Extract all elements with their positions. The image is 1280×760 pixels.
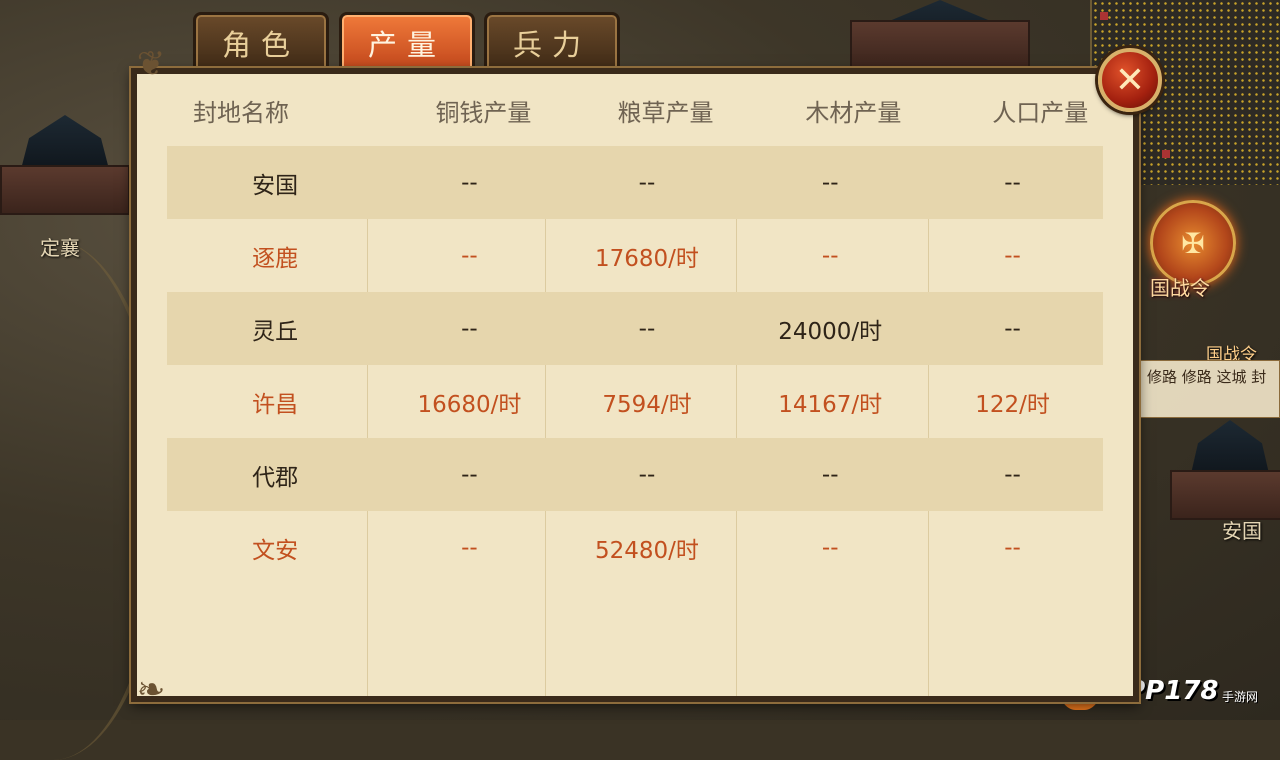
output-panel: 封地名称 铜钱产量 粮草产量 木材产量 人口产量 安国 -- -- -- -- … bbox=[131, 68, 1139, 702]
fief-name: 逐鹿 bbox=[252, 245, 299, 272]
wood-output: -- bbox=[821, 534, 839, 561]
wood-output: 14167/时 bbox=[778, 391, 883, 418]
table-row[interactable]: 灵丘 -- -- 24000/时 -- bbox=[167, 292, 1103, 365]
chat-message[interactable]: 修路 修路 这城 封 bbox=[1140, 360, 1280, 418]
wood-output: -- bbox=[821, 461, 839, 488]
table-header: 封地名称 铜钱产量 粮草产量 木材产量 人口产量 bbox=[137, 74, 1133, 146]
population-output: 122/时 bbox=[975, 391, 1050, 418]
population-output: -- bbox=[1004, 242, 1021, 269]
population-output: -- bbox=[1004, 169, 1021, 196]
copper-output: 16680/时 bbox=[417, 391, 522, 418]
tab-role[interactable]: 角色 bbox=[193, 12, 329, 70]
grain-output: 17680/时 bbox=[595, 245, 699, 272]
wood-output: 24000/时 bbox=[778, 318, 883, 345]
grain-output: 7594/时 bbox=[602, 391, 692, 418]
header-wood: 木材产量 bbox=[805, 98, 902, 127]
header-grain: 粮草产量 bbox=[617, 98, 714, 127]
city-wall bbox=[1170, 470, 1280, 520]
table-row[interactable]: 安国 -- -- -- -- bbox=[167, 146, 1103, 219]
tab-output[interactable]: 产量 bbox=[339, 12, 475, 70]
dragon-corner-ornament: ❦ bbox=[136, 44, 166, 84]
war-order-button-label: 国战令 bbox=[1150, 276, 1210, 300]
table-row[interactable]: 逐鹿 -- 17680/时 -- -- bbox=[167, 219, 1103, 292]
header-copper: 铜钱产量 bbox=[435, 98, 532, 127]
map-city-top[interactable] bbox=[850, 0, 1030, 70]
copper-output: -- bbox=[461, 242, 478, 269]
close-button[interactable]: ✕ bbox=[1098, 48, 1162, 112]
fief-name: 代郡 bbox=[252, 464, 299, 491]
table-row[interactable]: 许昌 16680/时 7594/时 14167/时 122/时 bbox=[167, 365, 1103, 438]
population-output: -- bbox=[1004, 315, 1021, 342]
fief-name: 文安 bbox=[252, 537, 299, 564]
fief-name: 灵丘 bbox=[252, 318, 299, 345]
tab-troops[interactable]: 兵力 bbox=[484, 12, 620, 70]
minimap-marker bbox=[1100, 12, 1108, 20]
population-output: -- bbox=[1004, 461, 1021, 488]
grain-output: -- bbox=[638, 169, 656, 196]
map-city-dingxiang[interactable] bbox=[0, 115, 130, 215]
copper-output: -- bbox=[461, 169, 478, 196]
close-icon: ✕ bbox=[1114, 59, 1146, 101]
city-wall bbox=[0, 165, 130, 215]
watermark-subtext: 手游网 bbox=[1222, 690, 1259, 704]
table-row[interactable]: 文安 -- 52480/时 -- -- bbox=[167, 511, 1103, 584]
minimap-marker bbox=[1162, 150, 1170, 158]
grain-output: -- bbox=[638, 315, 656, 342]
copper-output: -- bbox=[461, 461, 478, 488]
wood-output: -- bbox=[821, 169, 839, 196]
table-row[interactable]: 代郡 -- -- -- -- bbox=[167, 438, 1103, 511]
copper-output: -- bbox=[461, 315, 478, 342]
wood-output: -- bbox=[821, 242, 839, 269]
map-label-anguo: 安国 bbox=[1222, 519, 1262, 543]
header-fief-name: 封地名称 bbox=[193, 98, 289, 127]
dragon-corner-ornament: ❧ bbox=[136, 670, 166, 710]
population-output: -- bbox=[1004, 534, 1021, 561]
war-emblem-icon: ✠ bbox=[1181, 226, 1205, 260]
map-label-dingxiang: 定襄 bbox=[40, 236, 80, 260]
output-table: 封地名称 铜钱产量 粮草产量 木材产量 人口产量 安国 -- -- -- -- … bbox=[137, 74, 1133, 696]
copper-output: -- bbox=[461, 534, 478, 561]
grain-output: -- bbox=[638, 461, 656, 488]
fief-name: 许昌 bbox=[252, 391, 299, 418]
grain-output: 52480/时 bbox=[595, 537, 699, 564]
city-wall bbox=[850, 20, 1030, 70]
fief-name: 安国 bbox=[252, 172, 299, 199]
map-city-anguo[interactable] bbox=[1170, 420, 1280, 520]
